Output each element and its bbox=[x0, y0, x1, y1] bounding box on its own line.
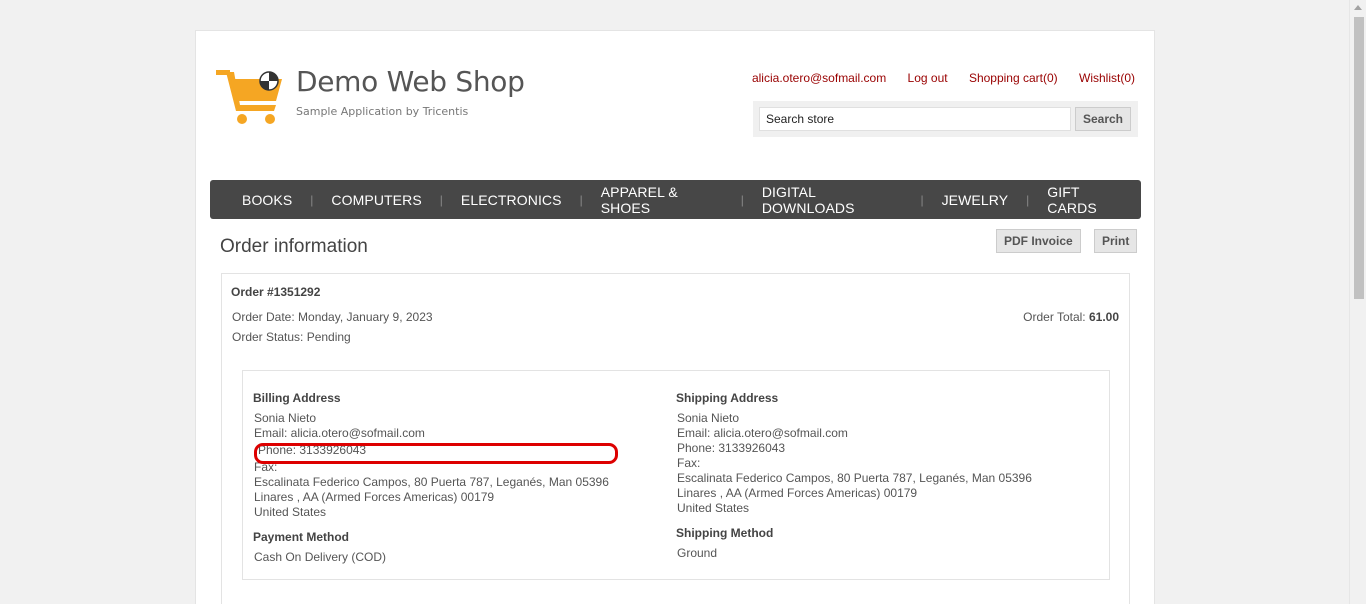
billing-email: Email: alicia.otero@sofmail.com bbox=[254, 426, 425, 440]
scroll-up-arrow-icon[interactable] bbox=[1354, 5, 1362, 10]
order-date: Order Date: Monday, January 9, 2023 bbox=[232, 310, 433, 324]
menu-separator: | bbox=[439, 192, 443, 207]
shipping-phone: Phone: 3133926043 bbox=[677, 441, 786, 455]
site-title[interactable]: Demo Web Shop bbox=[296, 65, 525, 98]
page-title: Order information bbox=[220, 236, 368, 257]
menu-item-gift-cards[interactable]: GIFT CARDS bbox=[1033, 184, 1141, 216]
billing-name: Sonia Nieto bbox=[254, 411, 317, 425]
billing-column: Billing Address Sonia Nieto Email: alici… bbox=[253, 371, 609, 565]
payment-method-heading: Payment Method bbox=[253, 530, 350, 544]
header-links: alicia.otero@sofmail.com Log out Shoppin… bbox=[734, 71, 1135, 85]
page-scrollbar[interactable] bbox=[1349, 0, 1366, 604]
menu-separator: | bbox=[920, 192, 924, 207]
shipping-address-line1: Escalinata Federico Campos, 80 Puerta 78… bbox=[677, 471, 1032, 485]
address-box: Billing Address Sonia Nieto Email: alici… bbox=[242, 370, 1110, 580]
shopping-cart-link[interactable]: Shopping cart(0) bbox=[969, 71, 1058, 85]
menu-separator: | bbox=[740, 192, 744, 207]
search-button[interactable]: Search bbox=[1075, 107, 1131, 131]
menu-item-jewelry[interactable]: JEWELRY bbox=[928, 192, 1023, 208]
billing-address-line2: Linares , AA (Armed Forces Americas) 001… bbox=[254, 490, 495, 504]
shipping-email: Email: alicia.otero@sofmail.com bbox=[677, 426, 848, 440]
order-total-label: Order Total: bbox=[1023, 310, 1089, 324]
order-status: Order Status: Pending bbox=[232, 330, 351, 344]
scrollbar-thumb[interactable] bbox=[1354, 17, 1364, 299]
site-subtitle: Sample Application by Tricentis bbox=[296, 105, 469, 118]
payment-method: Cash On Delivery (COD) bbox=[254, 550, 387, 564]
shipping-method-heading: Shipping Method bbox=[676, 526, 774, 540]
menu-item-apparel-shoes[interactable]: APPAREL & SHOES bbox=[587, 184, 737, 216]
top-menu: BOOKS | COMPUTERS | ELECTRONICS | APPAREL &… bbox=[210, 180, 1141, 219]
pdf-invoice-button[interactable]: PDF Invoice bbox=[996, 229, 1081, 253]
order-number: Order #1351292 bbox=[231, 285, 321, 299]
shipping-method: Ground bbox=[677, 546, 718, 560]
menu-separator: | bbox=[310, 192, 314, 207]
menu-item-computers[interactable]: COMPUTERS bbox=[317, 192, 435, 208]
order-total: Order Total: 61.00 bbox=[1023, 310, 1119, 324]
menu-item-books[interactable]: BOOKS bbox=[228, 192, 306, 208]
order-details: Order #1351292 Order Date: Monday, Janua… bbox=[221, 273, 1130, 604]
menu-item-digital-downloads[interactable]: DIGITAL DOWNLOADS bbox=[748, 184, 917, 216]
account-email-link[interactable]: alicia.otero@sofmail.com bbox=[752, 71, 886, 85]
print-button[interactable]: Print bbox=[1094, 229, 1138, 253]
shipping-column: Shipping Address Sonia Nieto Email: alic… bbox=[676, 371, 1032, 561]
search-input[interactable] bbox=[759, 107, 1071, 131]
shipping-name: Sonia Nieto bbox=[677, 411, 740, 425]
phone-highlight-annotation bbox=[254, 443, 618, 464]
menu-separator: | bbox=[1026, 192, 1030, 207]
menu-separator: | bbox=[579, 192, 583, 207]
billing-address-line1: Escalinata Federico Campos, 80 Puerta 78… bbox=[254, 475, 609, 489]
billing-country: United States bbox=[254, 505, 327, 519]
billing-address-heading: Billing Address bbox=[253, 391, 341, 405]
shopping-cart-icon[interactable] bbox=[216, 67, 286, 127]
logout-link[interactable]: Log out bbox=[908, 71, 948, 85]
shipping-address-heading: Shipping Address bbox=[676, 391, 779, 405]
order-total-value: 61.00 bbox=[1088, 310, 1119, 324]
shipping-fax: Fax: bbox=[677, 456, 701, 470]
shipping-country: United States bbox=[677, 501, 750, 515]
search-box: Search bbox=[753, 101, 1138, 137]
wishlist-link[interactable]: Wishlist(0) bbox=[1079, 71, 1135, 85]
shipping-address-line2: Linares , AA (Armed Forces Americas) 001… bbox=[677, 486, 918, 500]
menu-item-electronics[interactable]: ELECTRONICS bbox=[447, 192, 576, 208]
page-container: Demo Web Shop Sample Application by Tric… bbox=[195, 30, 1155, 604]
